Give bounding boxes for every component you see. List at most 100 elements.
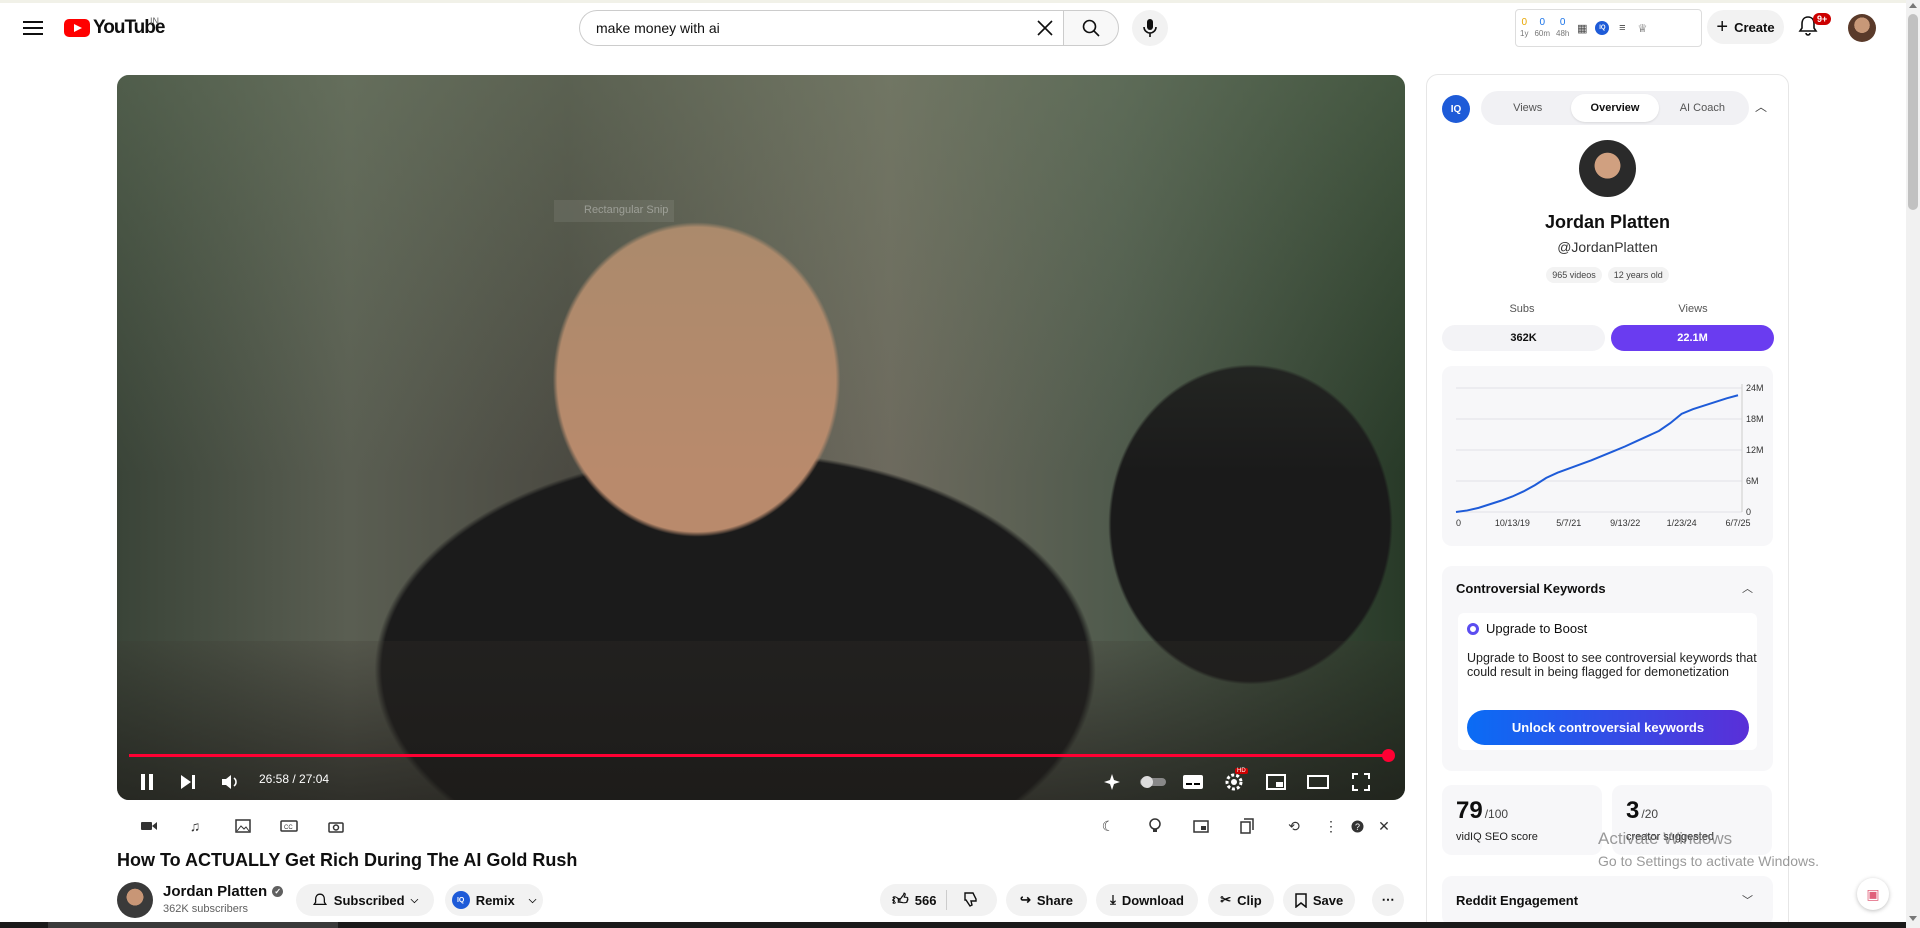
subs-stat-button[interactable]: 362K [1442, 325, 1605, 351]
search-icon [1082, 19, 1100, 37]
copy-icon[interactable] [1236, 817, 1258, 835]
vidiq-logo-icon: IQ [1442, 95, 1470, 123]
upgrade-heading: Upgrade to Boost [1467, 621, 1587, 636]
progress-scrubber[interactable] [1381, 749, 1395, 762]
video-player[interactable]: Rectangular Snip 26:58 / 27:04 HD [117, 75, 1405, 800]
search-button[interactable] [1063, 10, 1119, 46]
panel-tabs: Views Overview AI Coach [1481, 91, 1749, 125]
country-code: IN [150, 16, 159, 26]
vidiq-stat-48h[interactable]: 0 48h [1556, 17, 1569, 39]
vidiq-stat-1y[interactable]: 0 1y [1520, 17, 1528, 39]
thumbs-down-icon[interactable] [963, 891, 979, 910]
download-button[interactable]: ⤓ Download [1096, 884, 1198, 916]
scroll-down-arrow-icon[interactable] [1909, 916, 1917, 921]
miniplayer-icon[interactable] [1263, 768, 1289, 796]
next-icon [181, 775, 195, 789]
download-label: Download [1121, 892, 1184, 908]
x-tick-label: 0 [1456, 518, 1461, 528]
boost-icon [1467, 622, 1479, 635]
theater-mode-icon[interactable] [1305, 768, 1331, 796]
scrollbar-thumb[interactable] [1908, 14, 1918, 210]
subs-label: Subs [1509, 303, 1535, 315]
chevron-up-icon[interactable]: ︿ [1755, 98, 1767, 115]
clip-button[interactable]: ✂ Clip [1208, 884, 1274, 916]
video-camera-icon[interactable] [138, 817, 160, 835]
pip-icon[interactable] [1190, 817, 1212, 835]
remix-button[interactable]: IQ Remix ⌵ [445, 884, 543, 916]
x-tick-label: 10/13/19 [1495, 518, 1530, 528]
settings-gear-icon[interactable]: HD [1221, 768, 1248, 796]
music-note-icon[interactable]: ♫ [184, 817, 206, 835]
share-button[interactable]: ↪ Share [1006, 884, 1087, 916]
expand-chevron-icon[interactable]: ﹀ [1742, 892, 1753, 908]
more-horizontal-icon: ⋯ [1381, 892, 1395, 907]
loop-icon[interactable]: ⟲ [1283, 817, 1305, 835]
taskbar-item [48, 922, 338, 928]
stats-icon[interactable]: ▦ [1575, 21, 1589, 35]
channel-avatar[interactable] [117, 882, 153, 918]
channel-subscribers: 362K subscribers [163, 903, 248, 915]
bell-icon [312, 893, 327, 906]
snip-overlay-text: Rectangular Snip [554, 200, 674, 222]
lightbulb-icon[interactable] [1144, 817, 1166, 835]
sparkle-icon[interactable] [1099, 768, 1125, 796]
autoplay-toggle[interactable] [1138, 768, 1168, 796]
reddit-engagement-title: Reddit Engagement [1456, 893, 1579, 908]
voice-search-button[interactable] [1132, 10, 1168, 46]
camera-icon[interactable] [325, 817, 347, 835]
y-tick-label: 12M [1746, 445, 1764, 455]
tab-overview[interactable]: Overview [1571, 94, 1659, 122]
account-avatar[interactable] [1848, 14, 1876, 42]
pause-button[interactable] [133, 768, 161, 796]
floating-gift-icon[interactable]: ▣ [1857, 878, 1889, 910]
seo-score-card: 79/100 vidIQ SEO score [1442, 785, 1602, 855]
vidiq-stat-60m[interactable]: 0 60m [1534, 17, 1550, 39]
menu-icon[interactable] [20, 17, 46, 37]
image-icon[interactable] [232, 817, 254, 835]
y-tick-label: 6M [1746, 476, 1759, 486]
create-button[interactable]: + Create [1707, 10, 1784, 44]
moon-icon[interactable]: ☾ [1097, 817, 1119, 835]
plus-icon: + [1716, 16, 1729, 38]
notification-badge: 9+ [1813, 13, 1832, 25]
trophy-icon[interactable]: ♕ [1635, 21, 1649, 35]
list-icon[interactable]: ≡ [1615, 21, 1629, 35]
video-count-tag: 965 videos [1546, 267, 1602, 283]
subscribed-button[interactable]: Subscribed ⌵ [296, 884, 434, 916]
pause-icon [141, 774, 153, 790]
collapse-chevron-icon[interactable]: ︿ [1742, 580, 1753, 596]
next-button[interactable] [175, 768, 201, 796]
video-frame-background [117, 75, 1405, 474]
unlock-keywords-button[interactable]: Unlock controversial keywords [1467, 710, 1749, 745]
search-input[interactable] [596, 20, 1027, 36]
views-chart-card: 0 6M 12M 18M 24M 0 10/13/19 5/7/21 9/13/22 1/23/2… [1442, 366, 1773, 546]
tab-ai-coach[interactable]: AI Coach [1659, 94, 1746, 122]
x-tick-label: 5/7/21 [1556, 518, 1581, 528]
subtitles-icon[interactable] [1180, 768, 1206, 796]
thumbs-up-icon: 👍︎ [892, 891, 909, 909]
clear-search-icon[interactable] [1026, 11, 1063, 45]
more-actions-button[interactable]: ⋯ [1372, 884, 1404, 916]
activate-windows-watermark: Activate Windows [1598, 829, 1733, 848]
progress-bar[interactable] [129, 749, 1395, 762]
remix-dropdown-icon[interactable]: ⌵ [529, 895, 537, 906]
activate-windows-subtext: Go to Settings to activate Windows. [1598, 853, 1819, 869]
upgrade-description: Upgrade to Boost to see controversial ke… [1467, 651, 1757, 679]
channel-tags: 965 videos 12 years old [1426, 267, 1789, 283]
more-vertical-icon[interactable]: ⋮ [1320, 817, 1342, 835]
save-button[interactable]: Save [1283, 884, 1355, 916]
vidiq-logo-icon[interactable]: IQ [1595, 21, 1610, 35]
scroll-up-arrow-icon[interactable] [1909, 3, 1917, 8]
like-button[interactable]: 👍︎ 566 [880, 884, 997, 916]
help-icon[interactable]: ? [1346, 817, 1368, 835]
tab-views[interactable]: Views [1484, 94, 1571, 122]
views-stat-button[interactable]: 22.1M [1611, 325, 1774, 351]
panel-channel-name: Jordan Platten [1544, 212, 1671, 232]
close-icon[interactable]: ✕ [1373, 817, 1395, 835]
volume-button[interactable] [217, 768, 243, 796]
captions-icon[interactable]: CC [278, 817, 300, 835]
taskbar-strip [0, 922, 1906, 928]
fullscreen-icon[interactable] [1348, 768, 1374, 796]
create-label: Create [1734, 19, 1775, 35]
channel-name[interactable]: Jordan Platten ✓ [163, 883, 284, 900]
